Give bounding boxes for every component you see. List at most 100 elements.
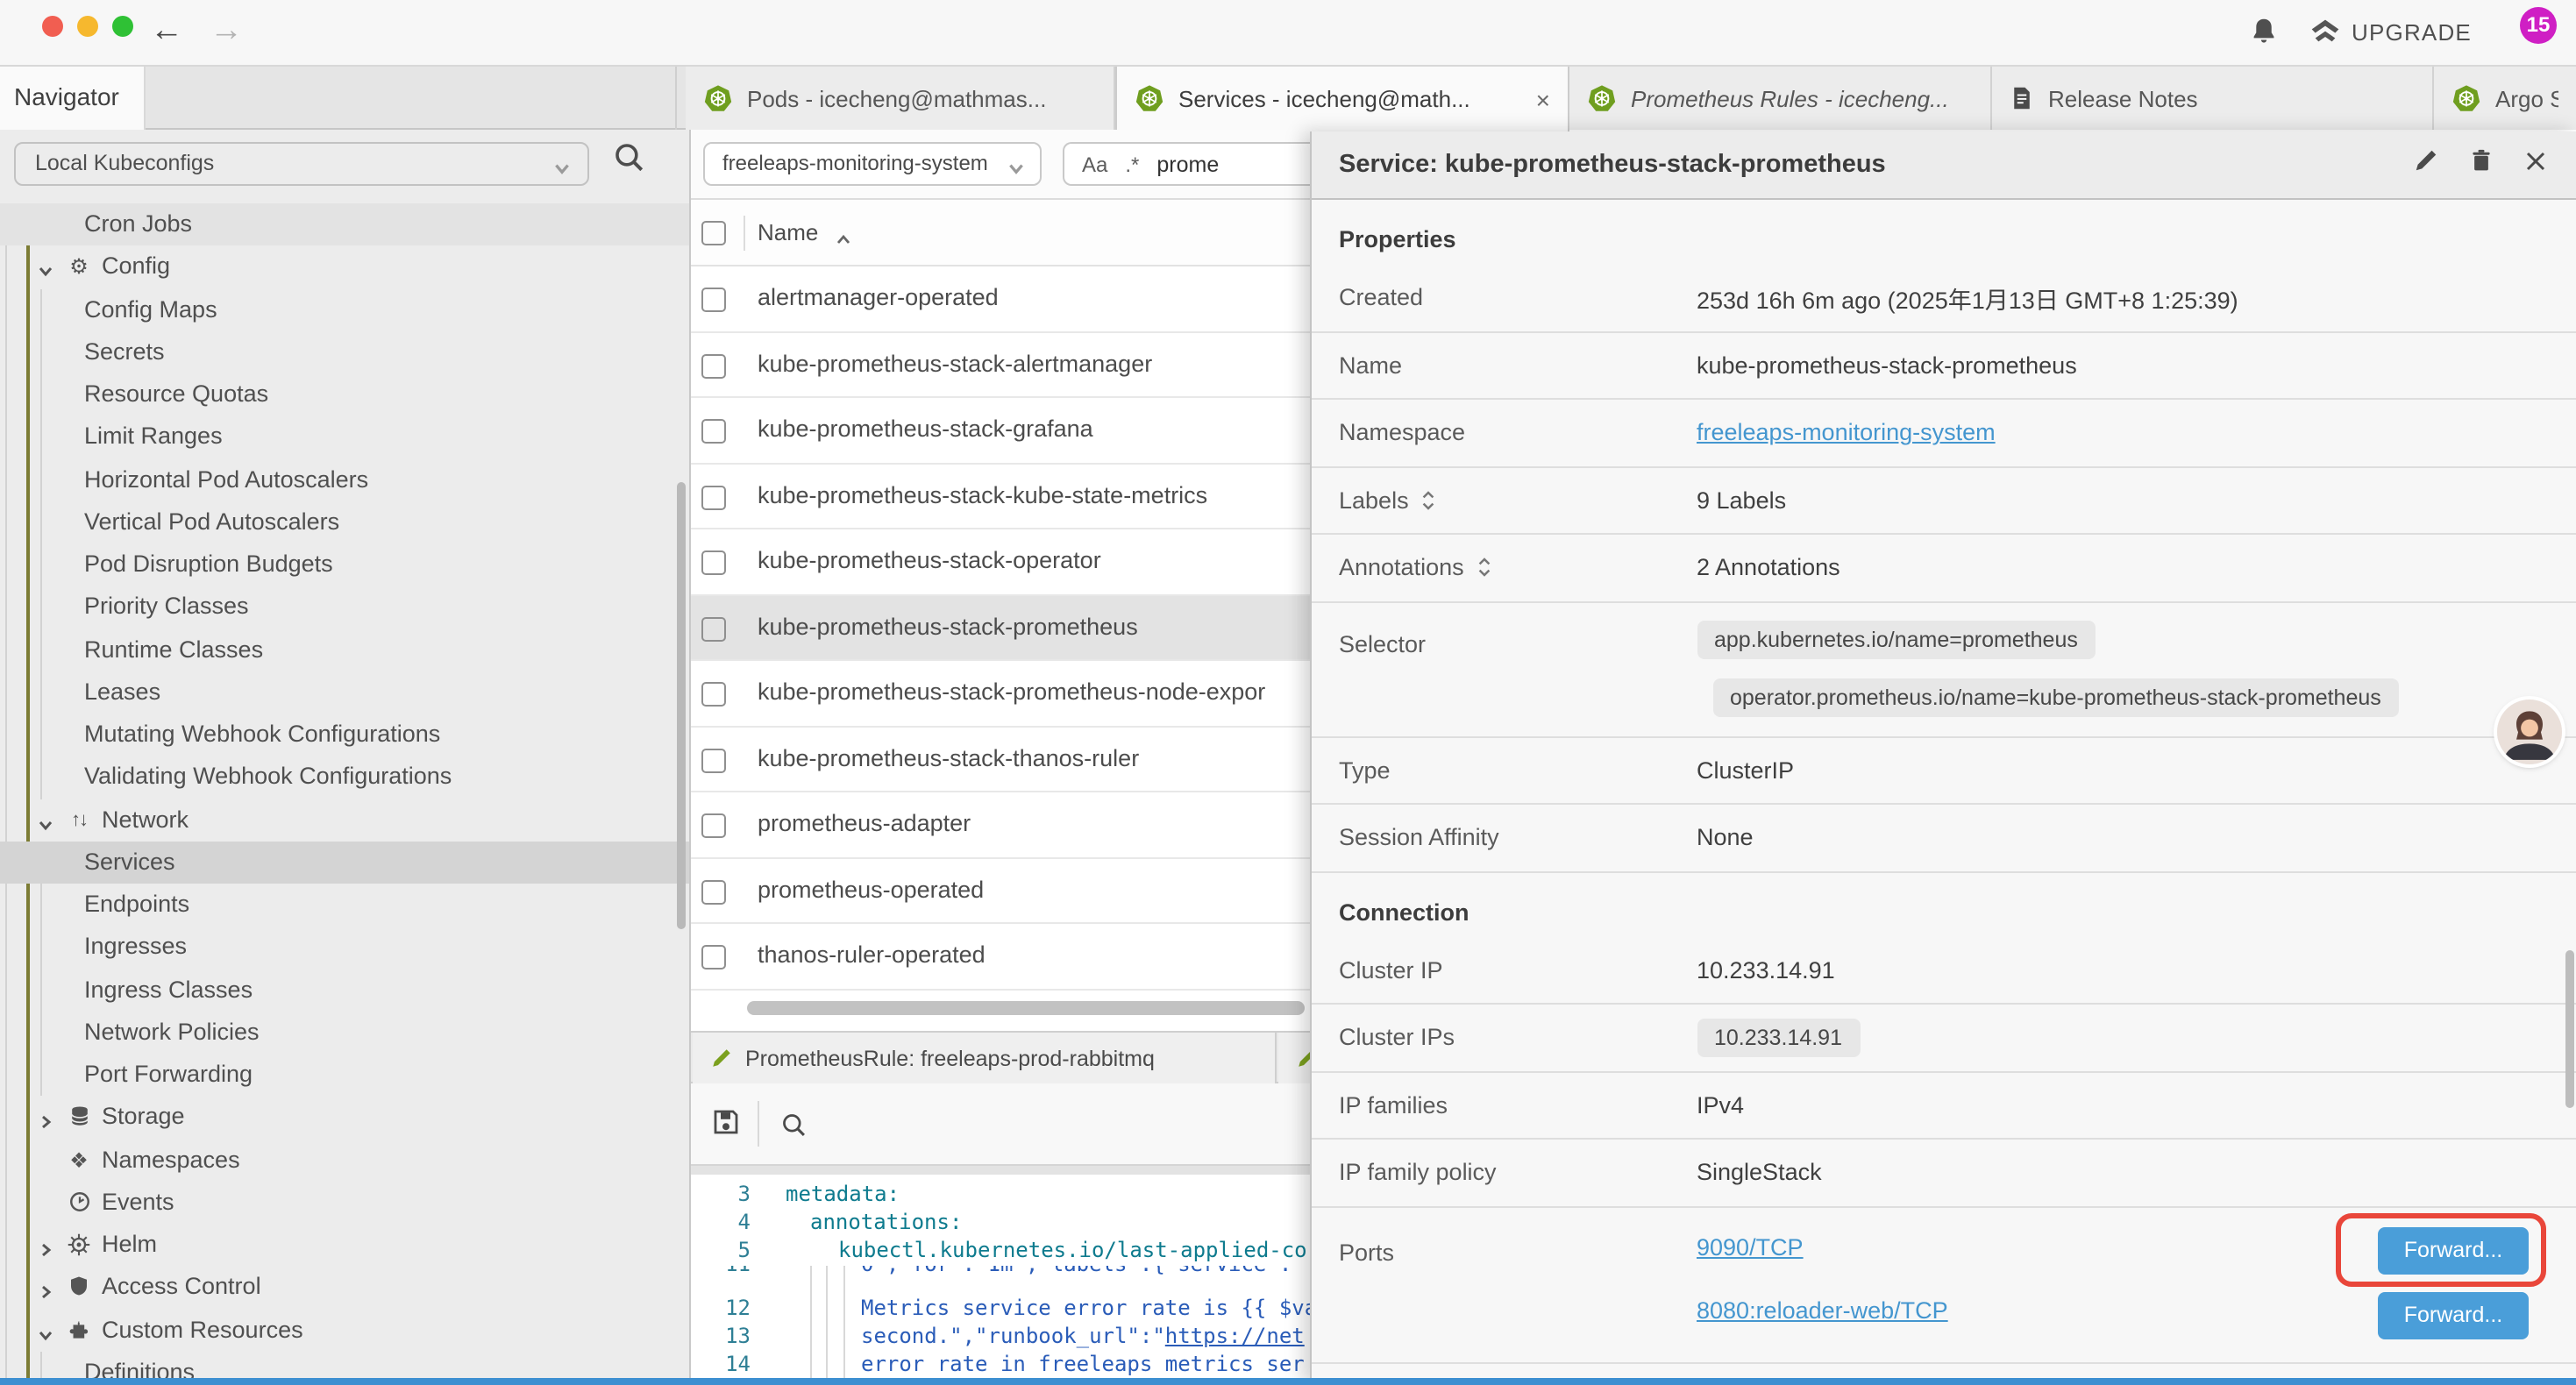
row-checkbox[interactable] (701, 616, 726, 641)
sidebar-item-endpoints[interactable]: Endpoints (0, 884, 689, 927)
row-checkbox[interactable] (701, 353, 726, 378)
sidebar-item-runtime-classes[interactable]: Runtime Classes (0, 629, 689, 671)
table-row[interactable]: kube-prometheus-stack-operator (691, 529, 1310, 595)
row-checkbox[interactable] (701, 945, 726, 970)
sidebar-item-storage[interactable]: Storage (0, 1097, 689, 1140)
sidebar-item-limit-ranges[interactable]: Limit Ranges (0, 416, 689, 459)
editor-search-icon[interactable] (779, 1110, 808, 1148)
table-row-selected[interactable]: kube-prometheus-stack-prometheus (691, 595, 1310, 661)
forward-button[interactable]: Forward... (2378, 1226, 2529, 1274)
forward-arrow-icon[interactable]: → (203, 9, 249, 54)
namespace-link[interactable]: freeleaps-monitoring-system (1697, 420, 1996, 446)
sidebar-item-mutating-webhook-configurations[interactable]: Mutating Webhook Configurations (0, 714, 689, 756)
sidebar-item-resource-quotas[interactable]: Resource Quotas (0, 373, 689, 416)
table-row[interactable]: prometheus-adapter (691, 792, 1310, 858)
sidebar-item-horizontal-pod-autoscalers[interactable]: Horizontal Pod Autoscalers (0, 458, 689, 501)
selector-chip[interactable]: operator.prometheus.io/name=kube-prometh… (1712, 678, 2399, 716)
table-row[interactable]: kube-prometheus-stack-kube-state-metrics (691, 464, 1310, 529)
yaml-editor[interactable]: 3metadata: 4annotations: 5kubectl.kubern… (691, 1175, 1310, 1383)
navigator-panel-tab[interactable]: Navigator (0, 67, 146, 130)
row-checkbox[interactable] (701, 748, 726, 772)
delete-trash-icon[interactable] (2469, 147, 2494, 182)
forward-button[interactable]: Forward... (2378, 1291, 2529, 1339)
edit-pencil-icon[interactable] (2413, 147, 2439, 182)
port-forward-link[interactable]: 8080:reloader-web/TCP (1697, 1296, 1948, 1323)
table-row[interactable]: kube-prometheus-stack-thanos-ruler (691, 727, 1310, 792)
tab-pods[interactable]: Pods - icecheng@mathmas... (686, 67, 1115, 130)
list-search-input[interactable]: Aa .* prome (1063, 142, 1310, 186)
chevron-down-icon[interactable] (37, 259, 54, 290)
sidebar-item-config-maps[interactable]: Config Maps (0, 288, 689, 331)
kubeconfig-context-select[interactable]: Local Kubeconfigs (14, 142, 589, 186)
table-row[interactable]: prometheus-operated (691, 858, 1310, 924)
sidebar-item-helm[interactable]: Helm (0, 1224, 689, 1267)
select-all-checkbox[interactable] (701, 221, 726, 245)
tab-services[interactable]: Services - icecheng@math... × (1115, 67, 1569, 131)
close-icon[interactable] (2523, 148, 2548, 181)
sidebar-item-services[interactable]: Services (0, 842, 689, 884)
namespace-filter-select[interactable]: freeleaps-monitoring-system (703, 142, 1042, 186)
table-row[interactable]: kube-prometheus-stack-grafana (691, 398, 1310, 464)
sidebar-item-leases[interactable]: Leases (0, 671, 689, 714)
dock-tab-prometheusrule[interactable]: PrometheusRule: freeleaps-prod-rabbitmq (693, 1033, 1277, 1083)
notification-count-badge[interactable]: 15 (2520, 7, 2557, 44)
user-avatar[interactable] (2496, 700, 2561, 764)
sidebar-item-custom-resources[interactable]: Custom Resources (0, 1309, 689, 1352)
window-close-button[interactable] (42, 16, 63, 37)
notifications-bell-icon[interactable] (2248, 16, 2280, 56)
back-arrow-icon[interactable]: ← (144, 9, 189, 54)
chevron-right-icon[interactable] (37, 1279, 54, 1310)
row-checkbox[interactable] (701, 879, 726, 904)
tab-close-icon[interactable]: × (1536, 87, 1550, 111)
tab-argo[interactable]: Argo Se (2434, 67, 2576, 130)
labels-count[interactable]: 9 Labels (1697, 487, 1786, 514)
row-checkbox[interactable] (701, 550, 726, 575)
save-icon[interactable] (712, 1108, 740, 1145)
row-checkbox[interactable] (701, 813, 726, 838)
chevron-right-icon[interactable] (37, 1109, 54, 1140)
expand-collapse-icon[interactable] (1477, 557, 1492, 579)
sidebar-item-secrets[interactable]: Secrets (0, 331, 689, 374)
column-header-name[interactable]: Name (758, 200, 818, 266)
sidebar-item-namespaces[interactable]: ❖ Namespaces (0, 1139, 689, 1182)
sidebar-search-icon[interactable] (610, 138, 659, 188)
table-row[interactable]: thanos-ruler-operated (691, 924, 1310, 990)
chevron-right-icon[interactable] (37, 1236, 54, 1268)
tab-prometheus-rules[interactable]: Prometheus Rules - icecheng... (1569, 67, 1992, 130)
sidebar-item-validating-webhook-configurations[interactable]: Validating Webhook Configurations (0, 756, 689, 799)
chevron-down-icon[interactable] (37, 811, 54, 842)
sidebar-scrollbar[interactable] (677, 482, 686, 929)
upgrade-button[interactable]: UPGRADE (2352, 19, 2472, 46)
horizontal-scrollbar[interactable] (747, 1001, 1305, 1015)
window-zoom-button[interactable] (112, 16, 133, 37)
row-checkbox[interactable] (701, 485, 726, 509)
sidebar-item-vertical-pod-autoscalers[interactable]: Vertical Pod Autoscalers (0, 501, 689, 544)
selector-chip[interactable]: app.kubernetes.io/name=prometheus (1697, 620, 2096, 658)
sort-ascending-icon[interactable] (835, 226, 852, 258)
row-checkbox[interactable] (701, 288, 726, 312)
drawer-scrollbar[interactable] (2565, 950, 2574, 1108)
regex-toggle[interactable]: .* (1125, 152, 1139, 176)
port-forward-link[interactable]: 9090/TCP (1697, 1233, 1804, 1260)
sidebar-item-ingress-classes[interactable]: Ingress Classes (0, 969, 689, 1012)
tab-release-notes[interactable]: Release Notes (1992, 67, 2434, 130)
sidebar-item-network[interactable]: ↑↓ Network (0, 799, 689, 842)
expand-collapse-icon[interactable] (1421, 489, 1437, 512)
sidebar-item-port-forwarding[interactable]: Port Forwarding (0, 1054, 689, 1097)
sidebar-item-config[interactable]: ⚙ Config (0, 246, 689, 289)
upgrade-icon[interactable] (2308, 16, 2343, 60)
row-checkbox[interactable] (701, 682, 726, 707)
sidebar-item-access-control[interactable]: Access Control (0, 1267, 689, 1310)
table-row[interactable]: alertmanager-operated (691, 266, 1310, 332)
annotations-count[interactable]: 2 Annotations (1697, 555, 1840, 581)
window-minimize-button[interactable] (77, 16, 98, 37)
table-row[interactable]: kube-prometheus-stack-alertmanager (691, 332, 1310, 398)
dock-tab-partial[interactable] (1278, 1033, 1310, 1083)
row-checkbox[interactable] (701, 419, 726, 444)
chevron-down-icon[interactable] (37, 1321, 54, 1353)
sidebar-item-pod-disruption-budgets[interactable]: Pod Disruption Budgets (0, 543, 689, 586)
table-row[interactable]: kube-prometheus-stack-prometheus-node-ex… (691, 661, 1310, 727)
sidebar-item-cron-jobs[interactable]: Cron Jobs (0, 203, 689, 246)
cluster-ips-chip[interactable]: 10.233.14.91 (1697, 1019, 1860, 1057)
sidebar-item-network-policies[interactable]: Network Policies (0, 1012, 689, 1055)
